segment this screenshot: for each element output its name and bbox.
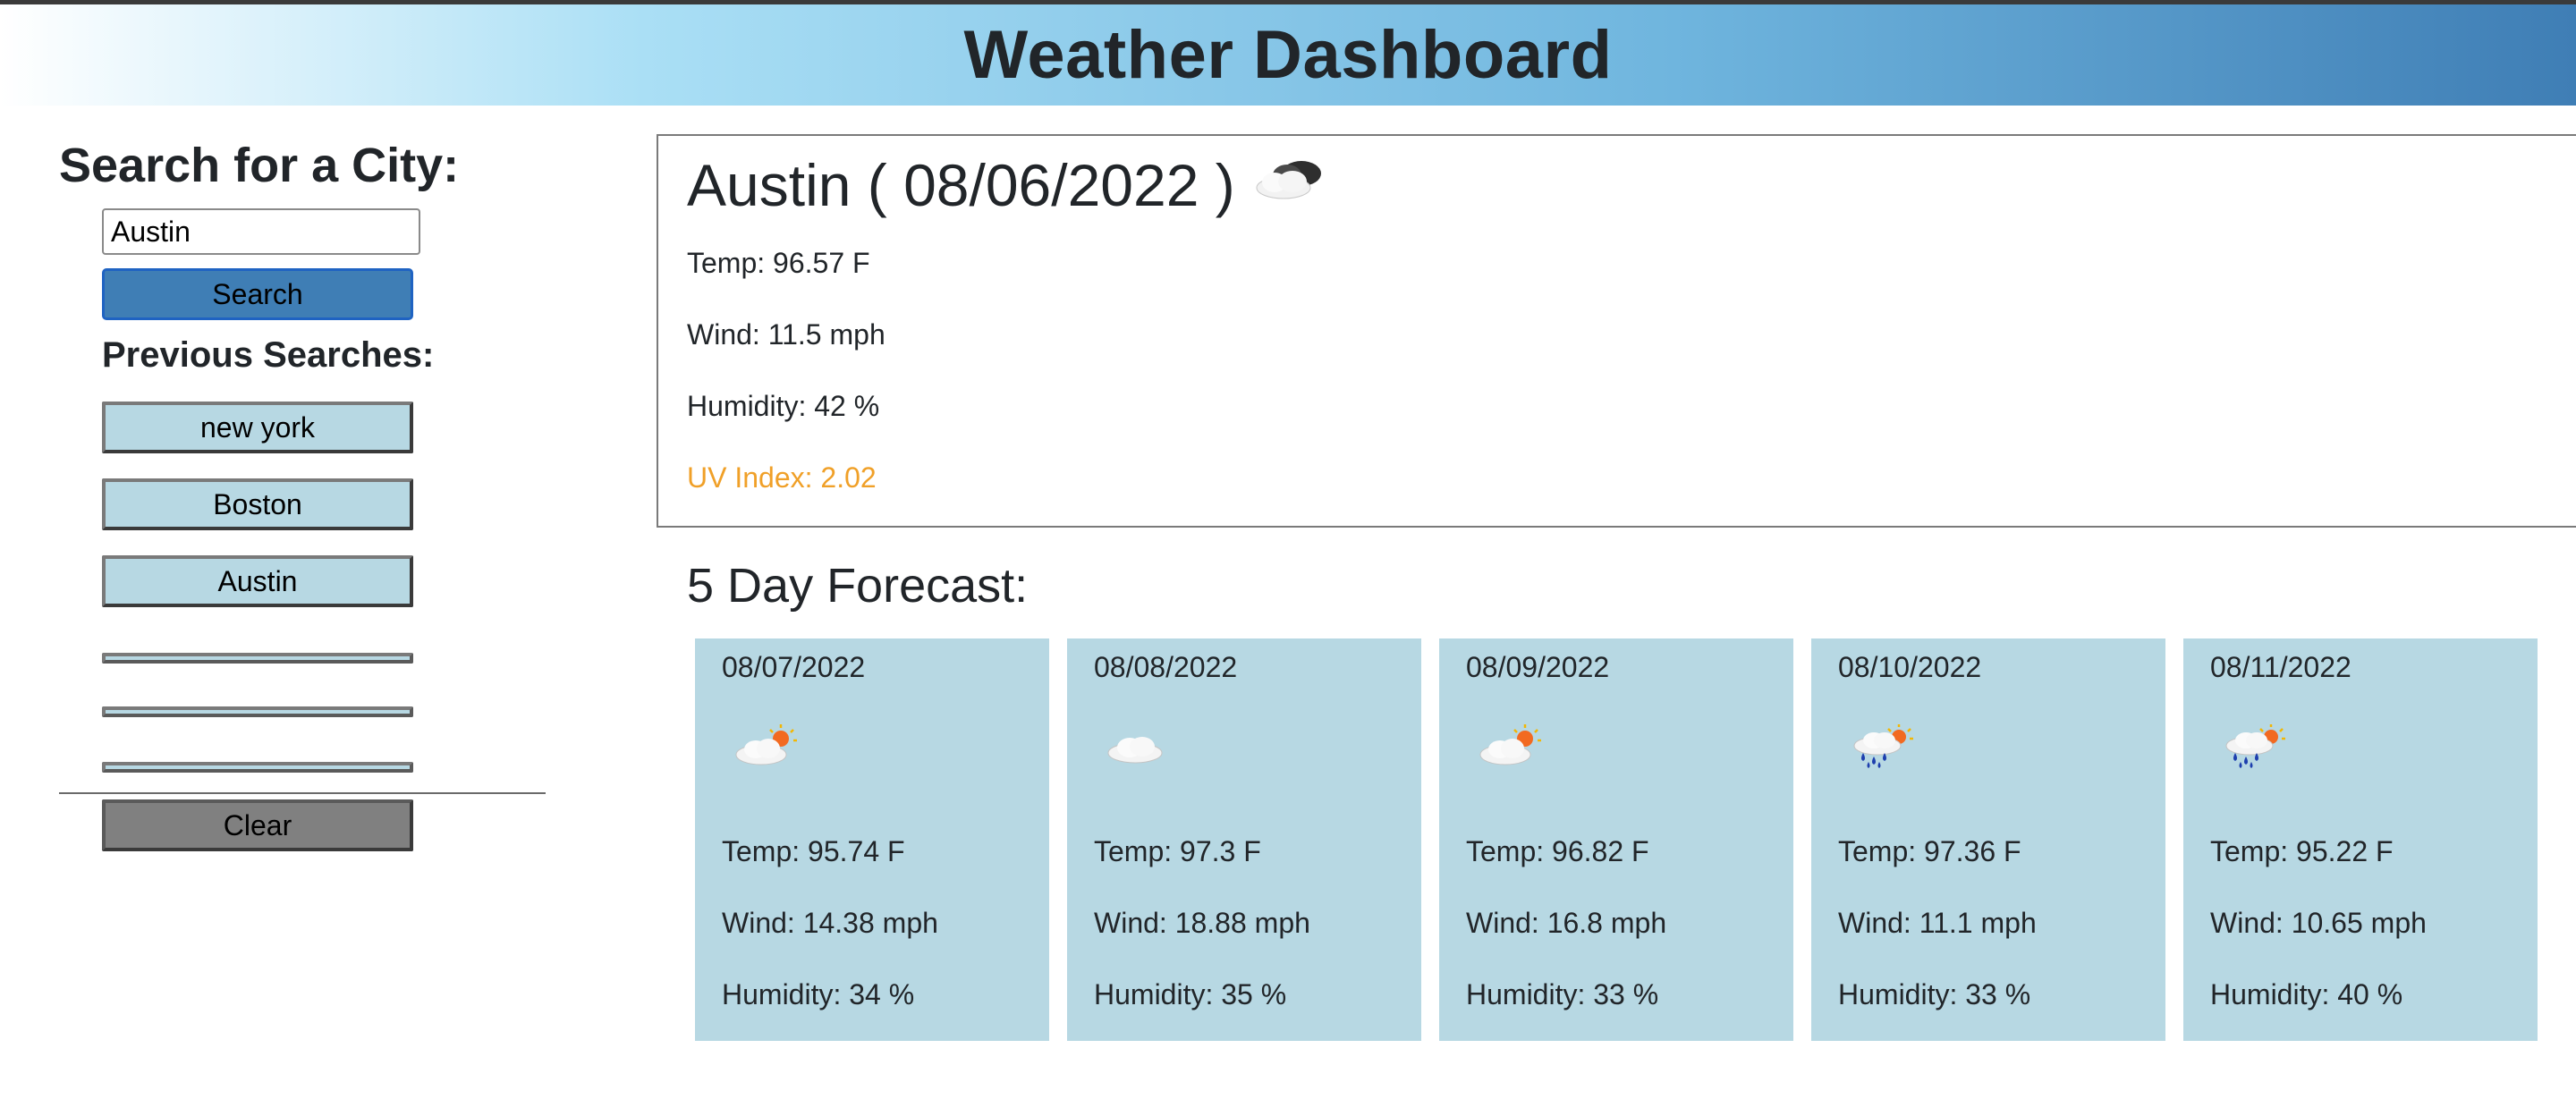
search-title: Search for a City:	[59, 139, 460, 192]
forecast-temp: Temp: 95.74 F	[722, 835, 905, 867]
broken-clouds-icon	[1248, 145, 1330, 225]
rain-sun-icon	[1847, 721, 1919, 771]
forecast-card: 08/07/2022 Temp: 95.74 F Wind: 14.38 mph…	[695, 638, 1049, 1041]
forecast-humidity: Humidity: 33 %	[1466, 978, 1659, 1010]
current-wind: Wind: 11.5 mph	[687, 318, 886, 351]
forecast-temp: Temp: 97.36 F	[1838, 835, 2021, 867]
clear-button[interactable]: Clear	[102, 799, 413, 851]
forecast-temp: Temp: 95.22 F	[2210, 835, 2394, 867]
empty-previous-search-button[interactable]	[102, 706, 413, 717]
forecast-humidity: Humidity: 34 %	[722, 978, 915, 1010]
previous-searches-title: Previous Searches:	[102, 335, 435, 375]
previous-search-button[interactable]: new york	[102, 402, 413, 453]
forecast-wind: Wind: 18.88 mph	[1094, 907, 1310, 939]
forecast-card: 08/10/2022 Temp: 97.36 F Wind: 11.1 mph …	[1811, 638, 2165, 1041]
forecast-date: 08/11/2022	[2210, 651, 2351, 683]
forecast-temp: Temp: 96.82 F	[1466, 835, 1649, 867]
current-humidity: Humidity: 42 %	[687, 390, 880, 422]
cloud-icon	[1103, 721, 1174, 771]
previous-search-button[interactable]: Boston	[102, 478, 413, 530]
partly-cloudy-icon	[731, 721, 802, 771]
partly-cloudy-icon	[1475, 721, 1546, 771]
current-temp: Temp: 96.57 F	[687, 247, 870, 279]
previous-search-button[interactable]: Austin	[102, 555, 413, 607]
forecast-date: 08/09/2022	[1466, 651, 1610, 683]
forecast-date: 08/10/2022	[1838, 651, 1982, 683]
search-sidebar: Search for a City: Search Previous Searc…	[59, 125, 546, 851]
current-weather-heading: Austin ( 08/06/2022 )	[687, 145, 1330, 225]
forecast-temp: Temp: 97.3 F	[1094, 835, 1261, 867]
page-title: Weather Dashboard	[963, 17, 1613, 93]
forecast-card: 08/08/2022 Temp: 97.3 F Wind: 18.88 mph …	[1067, 638, 1421, 1041]
empty-previous-search-button[interactable]	[102, 762, 413, 773]
forecast-wind: Wind: 11.1 mph	[1838, 907, 2037, 939]
forecast-humidity: Humidity: 35 %	[1094, 978, 1287, 1010]
search-button[interactable]: Search	[102, 268, 413, 320]
city-search-input[interactable]	[102, 208, 420, 255]
page-header: Weather Dashboard	[0, 4, 2576, 106]
forecast-card: 08/09/2022 Temp: 96.82 F Wind: 16.8 mph …	[1439, 638, 1793, 1041]
rain-sun-icon	[2219, 721, 2291, 771]
current-weather-panel: Austin ( 08/06/2022 ) Temp: 96.57 F Wind…	[657, 134, 2576, 528]
forecast-humidity: Humidity: 40 %	[2210, 978, 2403, 1010]
forecast-humidity: Humidity: 33 %	[1838, 978, 2031, 1010]
sidebar-divider	[59, 792, 546, 794]
forecast-wind: Wind: 14.38 mph	[722, 907, 938, 939]
forecast-title: 5 Day Forecast:	[687, 559, 1029, 613]
current-uv-index: UV Index: 2.02	[687, 461, 877, 494]
forecast-date: 08/08/2022	[1094, 651, 1238, 683]
forecast-wind: Wind: 16.8 mph	[1466, 907, 1667, 939]
forecast-date: 08/07/2022	[722, 651, 866, 683]
forecast-wind: Wind: 10.65 mph	[2210, 907, 2427, 939]
empty-previous-search-button[interactable]	[102, 653, 413, 664]
current-city-date: Austin ( 08/06/2022 )	[687, 152, 1235, 218]
forecast-card: 08/11/2022 Temp: 95.22 F Wind: 10.65 mph…	[2183, 638, 2538, 1041]
